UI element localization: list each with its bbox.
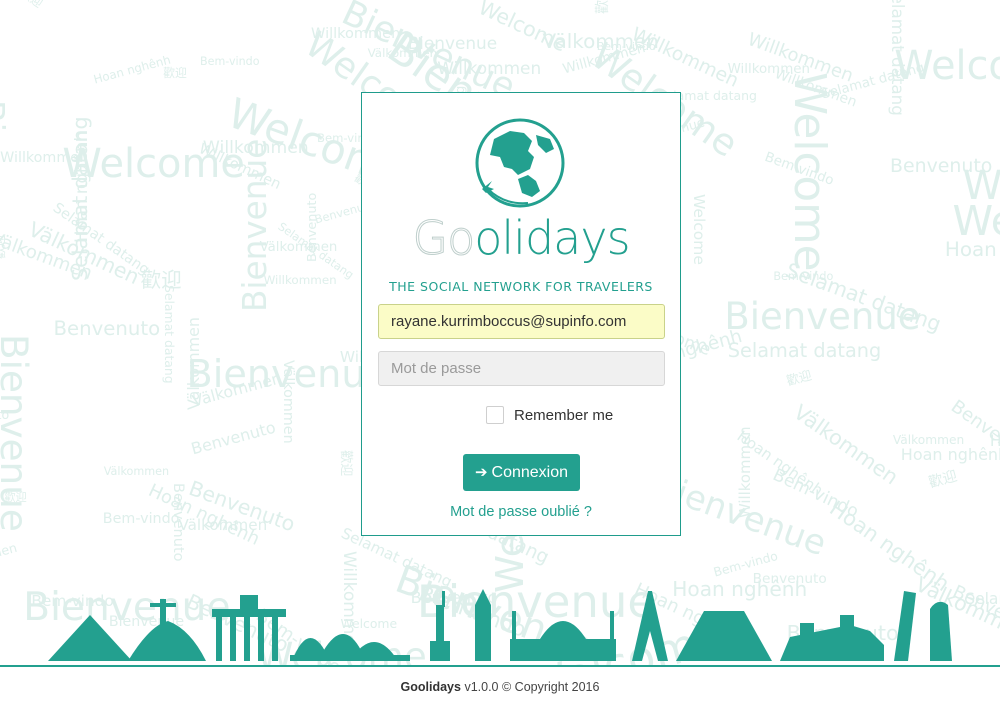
brand-title-prefix: Go	[412, 211, 476, 266]
background-word: Willkommen	[263, 272, 337, 287]
background-word: Välkommen	[259, 240, 338, 256]
background-word: Welcome	[690, 193, 709, 265]
background-word: Willkommen	[202, 138, 309, 159]
login-button[interactable]: ➔ Connexion	[463, 454, 580, 491]
background-word: Willkommen	[0, 149, 89, 166]
background-word: Bem-vindo	[200, 55, 260, 69]
background-word: 歡迎	[927, 468, 960, 492]
remember-me-label: Remember me	[514, 406, 614, 424]
background-word: Hoan nghênh	[900, 444, 1000, 464]
remember-me-checkbox[interactable]	[486, 406, 504, 424]
background-word: Bienvenue	[724, 295, 921, 339]
background-word: 歡迎	[18, 0, 46, 11]
forgot-password-link[interactable]: Mot de passe oublié ?	[362, 504, 680, 520]
background-word: Välkommen	[279, 359, 296, 444]
brand-tagline: THE SOCIAL NETWORK FOR TRAVELERS	[389, 279, 653, 294]
background-word: Selamat datang	[888, 0, 909, 117]
footer-app-name: Goolidays	[400, 680, 461, 694]
brand-title-suffix: olidays	[474, 211, 630, 265]
world-landmarks-illustration	[48, 589, 952, 661]
background-word: Välkommen	[103, 464, 170, 478]
background-word: Welcome	[894, 43, 1000, 90]
background-word: Välkommen	[0, 539, 19, 574]
background-word: Welcome	[962, 163, 1000, 210]
footer-divider	[0, 665, 1000, 667]
footer-copyright: v1.0.0 © Copyright 2016	[464, 680, 600, 694]
sign-in-icon: ➔	[474, 464, 488, 481]
globe-plane-icon	[475, 118, 565, 208]
background-word: Benvenuto	[53, 317, 161, 341]
remember-me[interactable]: Remember me	[486, 405, 613, 425]
background-word: Välkommen	[183, 316, 203, 410]
background-word: Bem-vindo	[102, 510, 180, 527]
background-word: 歡迎	[784, 367, 813, 389]
background-word: Hoan nghênh	[92, 52, 173, 87]
password-field[interactable]	[378, 351, 665, 386]
brand-title: Goolidays	[362, 211, 680, 266]
background-word: Selamat datang	[162, 285, 178, 384]
background-word: Hoan nghênh	[944, 237, 1000, 261]
login-card: Goolidays THE SOCIAL NETWORK FOR TRAVELE…	[361, 92, 681, 536]
email-field[interactable]	[378, 304, 665, 339]
footer: Goolidays v1.0.0 © Copyright 2016	[0, 680, 1000, 694]
login-button-label: Connexion	[491, 463, 569, 481]
background-word: 歡迎	[592, 0, 612, 14]
background-word: Bem-vindo	[773, 270, 834, 284]
background-word: Benvenuto	[189, 417, 278, 459]
background-word: Hoan nghênh	[825, 495, 955, 596]
background-word: 歡迎	[338, 450, 354, 477]
background-word: Bienvenue	[0, 333, 36, 532]
background-word: Selamat datang	[727, 339, 882, 363]
